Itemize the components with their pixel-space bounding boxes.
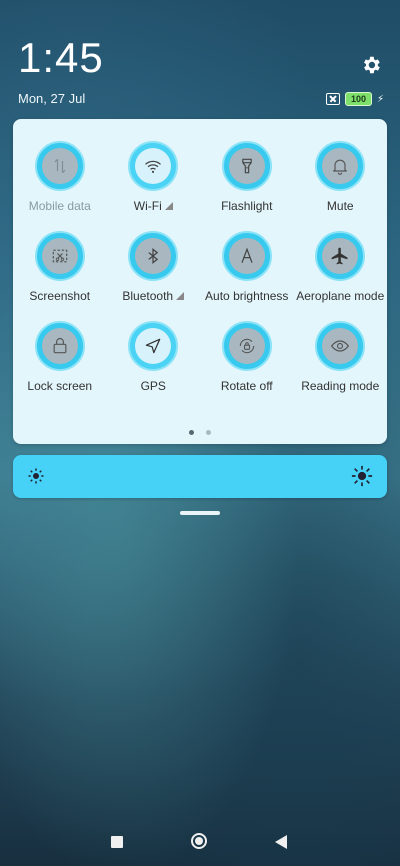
brightness-high-icon [351, 465, 373, 487]
recents-button[interactable] [111, 836, 123, 848]
tile-label: Rotate off [220, 379, 273, 393]
tile-aeroplane-mode[interactable]: Aeroplane mode [294, 231, 388, 303]
battery-icon: 100 [344, 92, 372, 106]
gps-icon [145, 338, 161, 354]
tile-label: Bluetooth [122, 289, 174, 303]
tile-reading-mode[interactable]: Reading mode [294, 321, 388, 393]
tile-rotate-off[interactable]: Rotate off [200, 321, 294, 393]
screenshot-icon [52, 249, 67, 263]
page-dot-1[interactable] [188, 430, 194, 435]
tile-bluetooth[interactable]: Bluetooth [107, 231, 201, 303]
auto-brightness-icon [241, 247, 253, 263]
home-button[interactable] [191, 833, 207, 849]
page-dot-2[interactable] [206, 430, 212, 435]
tile-label: Reading mode [301, 379, 380, 393]
bell-icon [333, 159, 348, 175]
navigation-bar [0, 828, 400, 856]
tile-label: Flashlight [221, 199, 273, 213]
tile-grid: Mobile data Wi-Fi Flashlight Mute Screen [13, 141, 387, 393]
brightness-low-icon [28, 468, 44, 484]
tile-gps[interactable]: GPS [107, 321, 201, 393]
quick-settings-panel: Mobile data Wi-Fi Flashlight Mute Screen [13, 119, 387, 444]
status-date: Mon, 27 Jul [18, 91, 86, 106]
flashlight-icon [242, 158, 252, 174]
tile-label: Aeroplane mode [296, 289, 385, 303]
settings-gear-icon[interactable] [360, 54, 382, 76]
back-button[interactable] [275, 835, 287, 849]
bluetooth-icon [148, 248, 159, 264]
aeroplane-icon [331, 247, 348, 265]
tile-mute[interactable]: Mute [294, 141, 388, 213]
tile-label: GPS [140, 379, 166, 393]
tile-wifi[interactable]: Wi-Fi [107, 141, 201, 213]
tile-label: Lock screen [27, 379, 93, 393]
tile-label: Auto brightness [205, 289, 289, 303]
no-sim-icon [325, 93, 340, 105]
expand-triangle-icon[interactable] [164, 202, 173, 210]
status-icons: 100 ⚡ [325, 92, 384, 106]
tile-mobile-data[interactable]: Mobile data [13, 141, 107, 213]
tile-screenshot[interactable]: Screenshot [13, 231, 107, 303]
rotate-lock-icon [239, 338, 254, 354]
tile-flashlight[interactable]: Flashlight [200, 141, 294, 213]
charging-bolt-icon: ⚡ [376, 93, 384, 105]
tile-label: Mute [326, 199, 354, 213]
wifi-icon [145, 160, 162, 173]
tile-lock-screen[interactable]: Lock screen [13, 321, 107, 393]
page-indicator [13, 422, 387, 440]
lock-icon [53, 338, 67, 354]
eye-icon [331, 340, 350, 352]
expand-triangle-icon[interactable] [176, 292, 185, 300]
tile-label: Screenshot [29, 289, 91, 303]
mobile-data-icon [54, 158, 66, 174]
status-time: 1:45 [18, 34, 104, 81]
brightness-slider[interactable] [13, 455, 387, 498]
panel-drag-handle[interactable] [180, 511, 220, 515]
tile-auto-brightness[interactable]: Auto brightness [200, 231, 294, 303]
tile-label: Wi-Fi [133, 199, 162, 213]
tile-label: Mobile data [28, 199, 91, 213]
